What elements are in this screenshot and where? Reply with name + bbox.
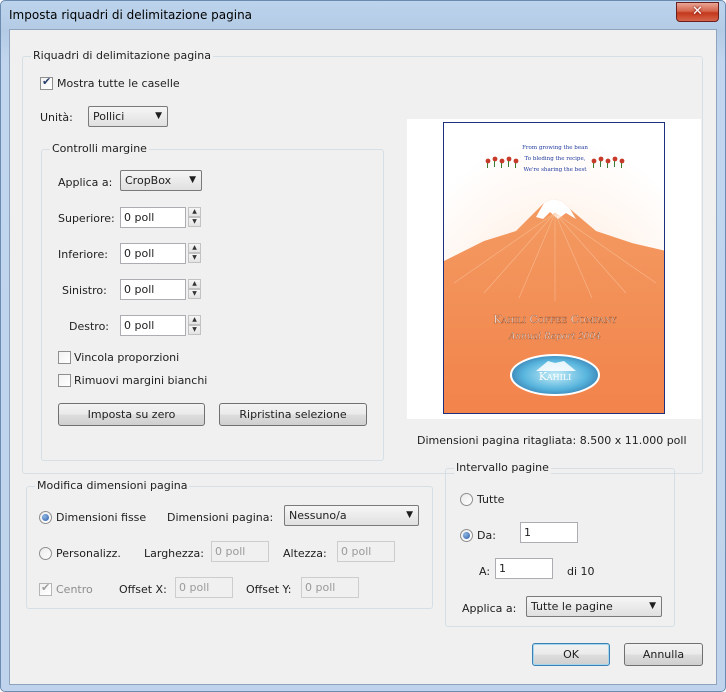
- arrow-down-icon[interactable]: ▼: [188, 217, 201, 227]
- page-size-select[interactable]: Nessuno/a ▼: [284, 505, 419, 526]
- right-margin-stepper[interactable]: ▲ ▼: [188, 315, 201, 336]
- bounding-boxes-group-title: Riquadri di delimitazione pagina: [31, 49, 213, 62]
- offset-y-label: Offset Y:: [246, 583, 292, 596]
- page-artwork: From growing the bean To bleding the rec…: [444, 123, 664, 413]
- custom-size-radio[interactable]: [39, 547, 52, 560]
- window-title: Imposta riquadri di delimitazione pagina: [9, 8, 253, 22]
- chevron-down-icon: ▼: [649, 601, 656, 611]
- title-bar[interactable]: Imposta riquadri di delimitazione pagina…: [1, 1, 725, 29]
- fixed-sizes-radio[interactable]: [39, 511, 52, 524]
- height-input[interactable]: 0 poll: [337, 541, 395, 562]
- show-all-boxes-checkbox[interactable]: [40, 75, 53, 90]
- from-page-label[interactable]: Da:: [477, 529, 496, 542]
- bounding-boxes-group: Riquadri di delimitazione pagina Mostra …: [22, 49, 703, 474]
- margin-controls-group: Controlli margine Applica a: CropBox ▼ S…: [41, 142, 384, 461]
- chevron-down-icon: ▼: [189, 175, 196, 185]
- report-title: Annual Report 2004: [508, 332, 601, 342]
- arrow-up-icon[interactable]: ▲: [188, 243, 201, 253]
- offset-x-input[interactable]: 0 poll: [175, 577, 233, 598]
- company-name: Kahili Coffee Company: [493, 313, 617, 326]
- left-margin-stepper[interactable]: ▲ ▼: [188, 279, 201, 300]
- constrain-proportions-label[interactable]: Vincola proporzioni: [74, 351, 179, 364]
- set-to-zero-button[interactable]: Imposta su zero: [58, 403, 205, 426]
- left-margin-input[interactable]: 0 poll: [120, 279, 186, 300]
- left-margin-label: Sinistro:: [62, 284, 107, 297]
- range-apply-to-label: Applica a:: [462, 602, 517, 615]
- arrow-down-icon[interactable]: ▼: [188, 253, 201, 263]
- top-margin-label: Superiore:: [58, 212, 115, 225]
- top-margin-stepper[interactable]: ▲ ▼: [188, 207, 201, 228]
- to-page-label: A:: [479, 565, 491, 578]
- units-label: Unità:: [40, 111, 73, 124]
- top-margin-input[interactable]: 0 poll: [120, 207, 186, 228]
- units-select-value: Pollici: [93, 110, 125, 123]
- from-page-input[interactable]: 1: [520, 522, 578, 543]
- margin-controls-title: Controlli margine: [50, 142, 149, 155]
- page-size-label: Dimensioni pagina:: [167, 511, 274, 524]
- all-pages-label[interactable]: Tutte: [477, 493, 504, 506]
- bottom-margin-stepper[interactable]: ▲ ▼: [188, 243, 201, 264]
- apply-to-label: Applica a:: [58, 176, 113, 189]
- close-icon: ✕: [692, 4, 703, 19]
- right-margin-input[interactable]: 0 poll: [120, 315, 186, 336]
- arrow-down-icon[interactable]: ▼: [188, 289, 201, 299]
- remove-white-margins-checkbox[interactable]: [58, 374, 71, 387]
- arrow-down-icon[interactable]: ▼: [188, 325, 201, 335]
- constrain-proportions-checkbox[interactable]: [58, 351, 71, 364]
- range-apply-to-value: Tutte le pagine: [531, 600, 613, 613]
- units-select[interactable]: Pollici ▼: [88, 106, 168, 127]
- dialog-window: Imposta riquadri di delimitazione pagina…: [0, 0, 726, 692]
- height-label: Altezza:: [283, 547, 327, 560]
- center-label[interactable]: Centro: [56, 583, 93, 596]
- cancel-button[interactable]: Annulla: [624, 643, 703, 666]
- show-all-boxes-label[interactable]: Mostra tutte le caselle: [57, 77, 180, 90]
- logo-text: Kahili: [539, 370, 572, 383]
- page-thumbnail: From growing the bean To bleding the rec…: [443, 122, 665, 414]
- fixed-sizes-label[interactable]: Dimensioni fisse: [56, 511, 146, 524]
- total-pages-label: di 10: [567, 565, 595, 578]
- chevron-down-icon: ▼: [155, 111, 162, 121]
- custom-size-label[interactable]: Personalizz.: [56, 547, 121, 560]
- change-page-size-title: Modifica dimensioni pagina: [35, 479, 190, 492]
- tagline-line-2: To bleding the recipe,: [525, 156, 586, 162]
- from-page-radio[interactable]: [460, 529, 473, 542]
- remove-white-margins-label[interactable]: Rimuovi margini bianchi: [74, 374, 207, 387]
- tagline-line-3: We're sharing the best: [523, 167, 587, 173]
- offset-x-label: Offset X:: [119, 583, 167, 596]
- close-button[interactable]: ✕: [676, 2, 719, 22]
- offset-y-input[interactable]: 0 poll: [301, 577, 359, 598]
- bottom-margin-input[interactable]: 0 poll: [120, 243, 186, 264]
- apply-to-box-select[interactable]: CropBox ▼: [120, 170, 202, 191]
- kahili-logo: Kahili: [510, 354, 600, 396]
- change-page-size-group: Modifica dimensioni pagina Dimensioni fi…: [26, 479, 433, 609]
- apply-to-box-value: CropBox: [125, 174, 172, 187]
- revert-selection-button[interactable]: Ripristina selezione: [219, 403, 367, 426]
- tagline-line-1: From growing the bean: [522, 145, 588, 151]
- arrow-up-icon[interactable]: ▲: [188, 315, 201, 325]
- range-apply-to-select[interactable]: Tutte le pagine ▼: [526, 596, 662, 617]
- page-range-group: Intervallo pagine Tutte Da: 1 A: 1 di 10…: [445, 461, 675, 627]
- arrow-up-icon[interactable]: ▲: [188, 207, 201, 217]
- bottom-margin-label: Inferiore:: [58, 248, 108, 261]
- ok-button[interactable]: OK: [532, 643, 610, 666]
- cropped-size-caption: Dimensioni pagina ritagliata: 8.500 x 11…: [417, 434, 687, 447]
- width-input[interactable]: 0 poll: [211, 541, 269, 562]
- to-page-input[interactable]: 1: [495, 558, 553, 579]
- page-range-title: Intervallo pagine: [454, 461, 551, 474]
- right-margin-label: Destro:: [69, 320, 109, 333]
- all-pages-radio[interactable]: [460, 493, 473, 506]
- page-size-value: Nessuno/a: [289, 509, 347, 522]
- center-checkbox[interactable]: [39, 581, 52, 596]
- chevron-down-icon: ▼: [406, 510, 413, 520]
- page-preview: From growing the bean To bleding the rec…: [407, 119, 701, 419]
- dialog-client-area: Riquadri di delimitazione pagina Mostra …: [9, 29, 717, 685]
- arrow-up-icon[interactable]: ▲: [188, 279, 201, 289]
- width-label: Larghezza:: [144, 547, 204, 560]
